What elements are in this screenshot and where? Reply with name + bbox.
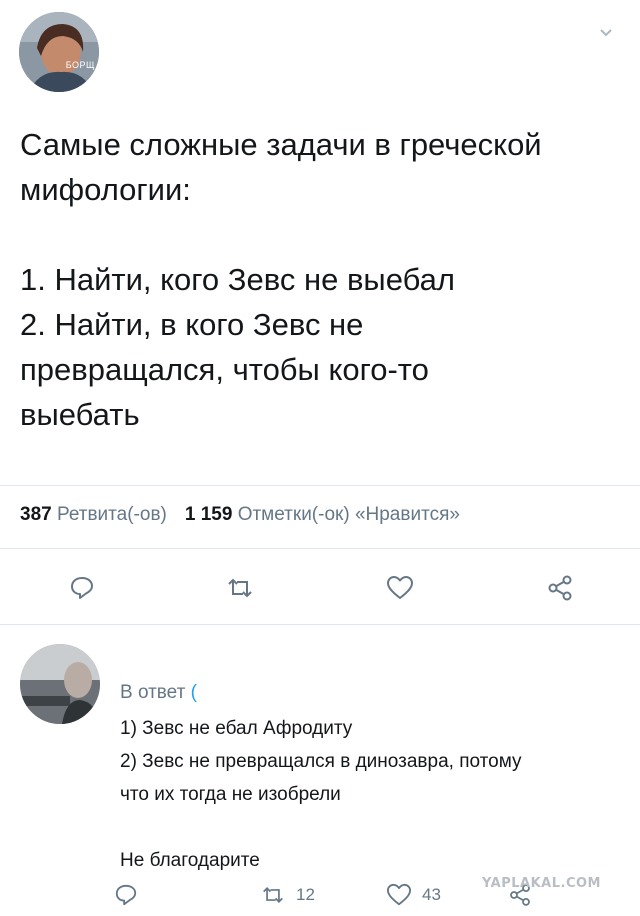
retweets-count[interactable]: 387 xyxy=(20,504,52,525)
reply-retweet-button[interactable]: 12 xyxy=(260,878,315,912)
reply-like-button[interactable]: 43 xyxy=(386,878,441,912)
reply-retweet-count: 12 xyxy=(296,885,315,904)
avatar-watermark: БОРЩ xyxy=(65,60,95,70)
retweet-icon xyxy=(228,578,252,598)
tweet-stats: 387 Ретвита(-ов) 1 159 Отметки(-ок) «Нрав… xyxy=(20,504,460,526)
share-button[interactable] xyxy=(542,570,578,606)
reply-to-line: В ответ ( xyxy=(120,682,197,704)
reply-to-handle[interactable]: ( xyxy=(191,682,197,703)
like-button[interactable] xyxy=(382,570,418,606)
likes-label[interactable]: Отметки(-ок) «Нравится» xyxy=(238,504,460,525)
avatar-photo xyxy=(20,644,100,724)
share-icon xyxy=(548,575,572,601)
likes-count[interactable]: 1 159 xyxy=(185,504,233,525)
site-watermark: YAPLAKAL.COM xyxy=(482,876,601,891)
retweet-icon xyxy=(263,887,283,903)
chevron-down-icon[interactable] xyxy=(598,26,614,40)
reply-icon xyxy=(71,577,93,599)
divider xyxy=(0,485,640,486)
retweets-label[interactable]: Ретвита(-ов) xyxy=(57,504,167,525)
tweet-text: Самые сложные задачи в греческой мифолог… xyxy=(20,127,542,432)
reply-button[interactable] xyxy=(64,570,100,606)
reply-text: 1) Зевс не ебал Афродиту 2) Зевс не прев… xyxy=(120,718,522,871)
reply-like-count: 43 xyxy=(422,885,441,904)
reply-to-label: В ответ xyxy=(120,682,186,703)
like-icon xyxy=(387,883,411,906)
reply-icon xyxy=(115,884,137,906)
retweet-button[interactable] xyxy=(222,570,258,606)
divider xyxy=(0,548,640,549)
divider xyxy=(0,624,640,625)
avatar-photo xyxy=(19,12,99,92)
author-avatar[interactable]: БОРЩ xyxy=(19,12,99,92)
like-icon xyxy=(387,576,413,599)
reply-reply-button[interactable] xyxy=(114,878,138,912)
reply-author-avatar[interactable] xyxy=(20,644,100,724)
